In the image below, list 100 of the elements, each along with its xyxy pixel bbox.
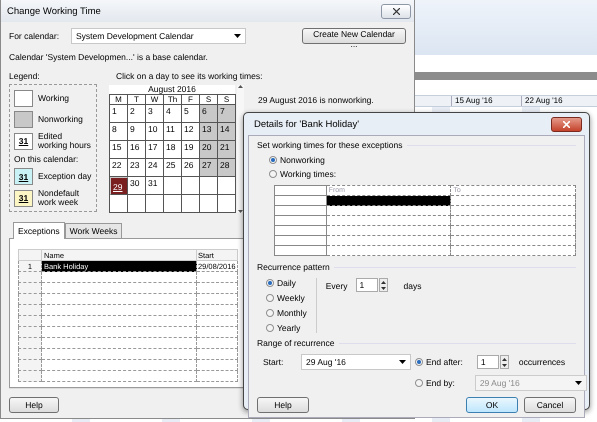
- table-cell[interactable]: [196, 282, 238, 294]
- table-cell[interactable]: [196, 294, 238, 304]
- time-cell[interactable]: [450, 206, 576, 216]
- up-arrow-icon[interactable]: [238, 85, 243, 88]
- calendar-day[interactable]: 20: [200, 141, 218, 159]
- calendar-day[interactable]: 18: [164, 141, 182, 159]
- table-cell[interactable]: [196, 338, 238, 348]
- month-title: August 2016: [147, 85, 197, 94]
- legend-swatch: [14, 90, 33, 107]
- calendar-day[interactable]: 3: [146, 105, 164, 123]
- table-cell[interactable]: [196, 360, 238, 370]
- spin-button[interactable]: [378, 278, 388, 292]
- table-cell[interactable]: [42, 282, 196, 294]
- table-cell: [274, 226, 326, 236]
- table-cell[interactable]: [196, 272, 238, 282]
- time-cell[interactable]: [450, 226, 576, 236]
- up-arrow-icon: [380, 280, 386, 284]
- help-button[interactable]: Help: [257, 397, 309, 413]
- pattern-radio[interactable]: Daily: [266, 278, 307, 288]
- table-cell[interactable]: [42, 304, 196, 316]
- down-arrow-icon[interactable]: [238, 210, 243, 213]
- calendar-day[interactable]: 9: [128, 123, 146, 141]
- table-cell: [18, 316, 42, 326]
- time-cell[interactable]: [326, 216, 451, 226]
- close-icon: [392, 8, 400, 14]
- empty-day-cell: [182, 177, 200, 195]
- legend-swatch: 31: [14, 168, 33, 185]
- table-cell: [18, 294, 42, 304]
- table-cell[interactable]: [42, 272, 196, 282]
- calendar-day[interactable]: 8: [110, 123, 128, 141]
- unit-label: days: [404, 281, 422, 291]
- calendar-day[interactable]: 28: [218, 159, 236, 177]
- table-cell[interactable]: [42, 316, 196, 326]
- calendar-day[interactable]: 27: [200, 159, 218, 177]
- end-radio[interactable]: End by:: [415, 378, 455, 388]
- table-cell[interactable]: [42, 326, 196, 338]
- start-dropdown[interactable]: 29 Aug '16: [301, 354, 411, 370]
- empty-day-cell: [218, 195, 236, 213]
- table-cell[interactable]: [42, 370, 196, 382]
- time-cell[interactable]: [326, 236, 451, 246]
- pattern-radio[interactable]: Monthly: [266, 308, 307, 318]
- calendar-day[interactable]: 14: [218, 123, 236, 141]
- table-cell[interactable]: [196, 304, 238, 316]
- ok-button[interactable]: OK: [466, 397, 518, 413]
- help-button[interactable]: Help: [9, 397, 59, 413]
- time-cell[interactable]: [326, 246, 451, 256]
- table-cell[interactable]: [196, 326, 238, 338]
- time-cell[interactable]: [326, 206, 451, 216]
- pattern-radio[interactable]: Weekly: [266, 293, 307, 303]
- mode-radio[interactable]: Working times:: [269, 169, 576, 179]
- number-field[interactable]: 1: [356, 278, 378, 292]
- close-button[interactable]: [381, 4, 411, 18]
- calendar-day[interactable]: 17: [146, 141, 164, 159]
- time-cell[interactable]: [326, 196, 451, 206]
- table-cell[interactable]: [42, 348, 196, 360]
- table-cell[interactable]: [196, 348, 238, 360]
- table-cell[interactable]: [196, 370, 238, 382]
- calendar-day[interactable]: 24: [146, 159, 164, 177]
- calendar-day[interactable]: 11: [164, 123, 182, 141]
- tab[interactable]: Exceptions: [13, 222, 65, 239]
- time-cell[interactable]: [326, 226, 451, 236]
- time-cell[interactable]: [450, 236, 576, 246]
- empty-day-cell: [146, 195, 164, 213]
- up-arrow-icon: [502, 358, 507, 360]
- table-cell[interactable]: [42, 294, 196, 304]
- calendar-day[interactable]: 13: [200, 123, 218, 141]
- cancel-button[interactable]: Cancel: [524, 397, 576, 413]
- pattern-radio[interactable]: Yearly: [266, 323, 307, 333]
- table-cell[interactable]: [42, 338, 196, 348]
- table-cell[interactable]: [196, 316, 238, 326]
- legend-label: Exception day: [38, 172, 92, 181]
- calendar-day[interactable]: 10: [146, 123, 164, 141]
- field-label: Every: [326, 281, 348, 291]
- calendar-day[interactable]: 23: [128, 159, 146, 177]
- calendar-day[interactable]: 21: [218, 141, 236, 159]
- table-cell[interactable]: [42, 360, 196, 370]
- table-cell: [18, 282, 42, 294]
- unit-label: occurrences: [518, 357, 566, 367]
- calendar-day[interactable]: 1: [110, 105, 128, 123]
- calendar-day[interactable]: 15: [110, 141, 128, 159]
- calendar-day[interactable]: 2: [128, 105, 146, 123]
- time-cell[interactable]: [450, 246, 576, 256]
- calendar-day[interactable]: 30: [128, 177, 146, 195]
- end-radio[interactable]: End after:: [415, 357, 463, 367]
- section-heading: Range of recurrence: [257, 338, 576, 348]
- calendar-day[interactable]: 7: [218, 105, 236, 123]
- calendar-day[interactable]: 16: [128, 141, 146, 159]
- spin-button[interactable]: [500, 355, 509, 369]
- calendar-day[interactable]: 25: [164, 159, 182, 177]
- close-button[interactable]: [551, 116, 582, 132]
- calendar-day[interactable]: 31: [146, 177, 164, 195]
- calendar-day[interactable]: 29: [110, 177, 128, 195]
- number-field[interactable]: 1: [476, 355, 499, 369]
- calendar-day[interactable]: 4: [164, 105, 182, 123]
- time-cell[interactable]: [450, 196, 576, 206]
- tab[interactable]: Work Weeks: [64, 223, 122, 238]
- calendar-dropdown[interactable]: System Development Calendar: [71, 28, 246, 44]
- mode-radio[interactable]: Nonworking: [269, 155, 576, 165]
- time-cell[interactable]: [450, 216, 576, 226]
- calendar-day[interactable]: 6: [200, 105, 218, 123]
